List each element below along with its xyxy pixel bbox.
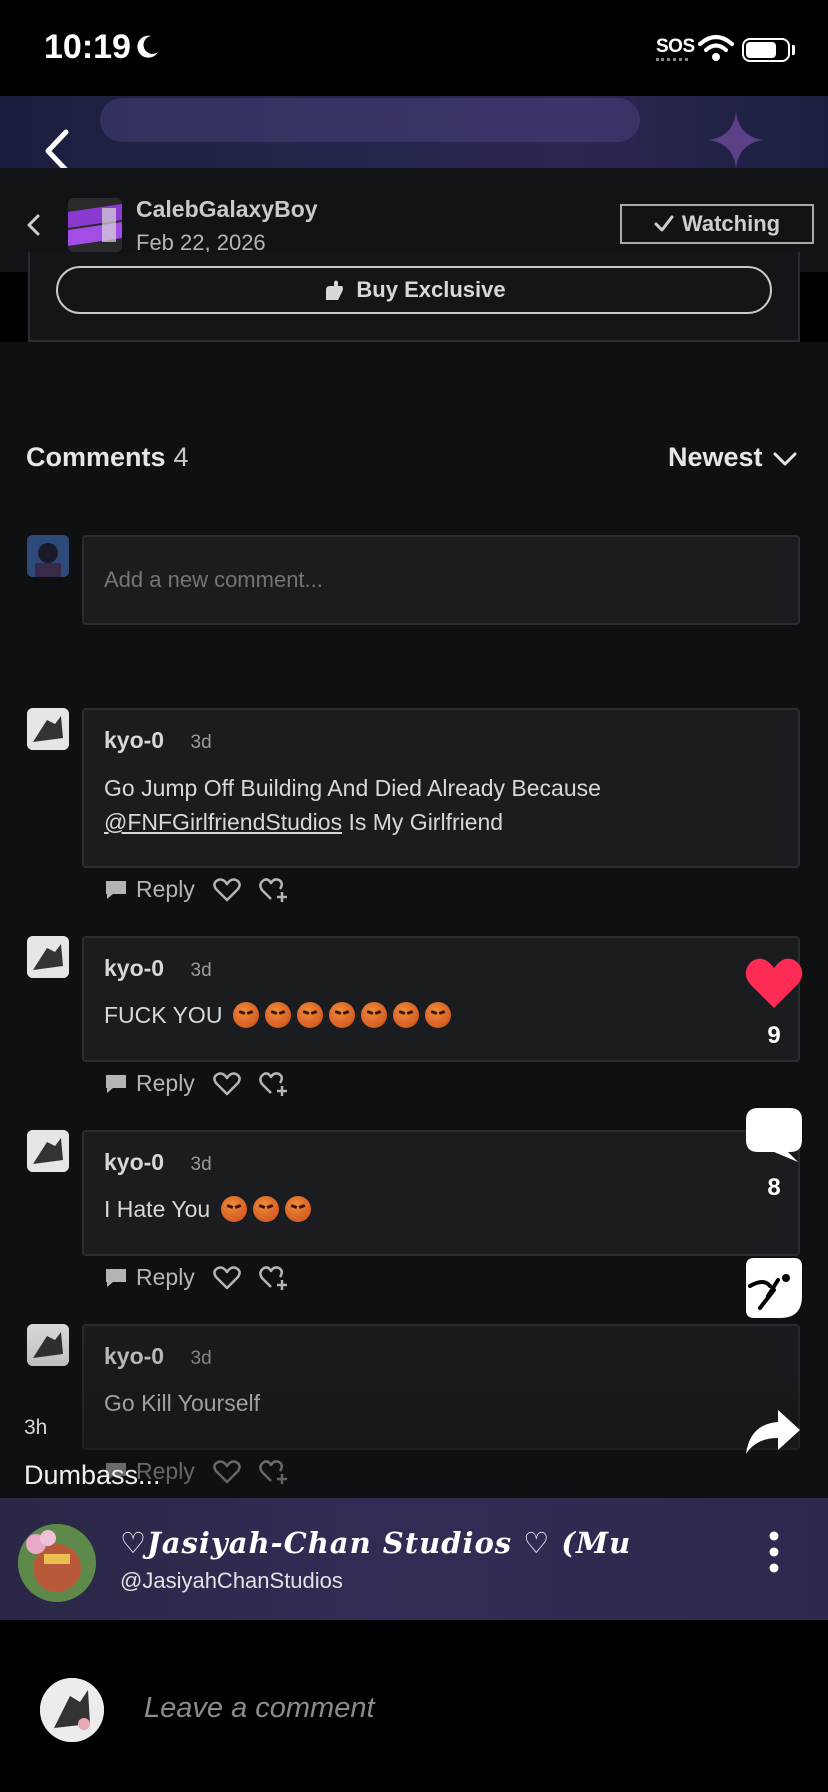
new-comment-input[interactable] bbox=[82, 535, 800, 625]
angry-emoji-icon bbox=[424, 1002, 451, 1028]
super-like-icon[interactable] bbox=[258, 877, 289, 903]
comment-text-body: I Hate You bbox=[104, 1196, 211, 1222]
hand-icon bbox=[326, 280, 344, 300]
watching-button[interactable]: Watching bbox=[620, 204, 814, 244]
battery-cap bbox=[792, 45, 795, 55]
reply-label: Reply bbox=[136, 1070, 195, 1096]
more-icon[interactable] bbox=[764, 1530, 784, 1574]
comment-actions: Reply bbox=[104, 1070, 289, 1097]
comment-bubble-icon[interactable] bbox=[744, 1106, 804, 1164]
reply-label: Reply bbox=[136, 1264, 195, 1290]
angry-emoji-icon bbox=[328, 1002, 355, 1028]
comments-header: Comments 4 bbox=[26, 442, 189, 473]
commenter-avatar[interactable] bbox=[27, 1324, 69, 1366]
comment-header: kyo-0 3d bbox=[104, 1343, 212, 1370]
reply-button[interactable]: Reply bbox=[104, 1070, 195, 1097]
battery-level bbox=[746, 42, 776, 58]
banner-cloud bbox=[100, 98, 640, 142]
emoji-row bbox=[232, 1002, 457, 1028]
comment-text: Go Kill Yourself bbox=[104, 1386, 704, 1420]
back-chevron-icon[interactable] bbox=[24, 212, 44, 238]
angry-emoji-icon bbox=[296, 1002, 323, 1028]
comment-text-body: Go Kill Yourself bbox=[104, 1390, 260, 1416]
angry-emoji-icon bbox=[264, 1002, 291, 1028]
sticker-icon[interactable] bbox=[744, 1256, 804, 1320]
reply-button[interactable]: Reply bbox=[104, 1264, 195, 1291]
comment-text-line1: Go Jump Off Building And Died Already Be… bbox=[104, 775, 601, 801]
comment-username[interactable]: kyo-0 bbox=[104, 955, 164, 981]
bottom-user-avatar bbox=[40, 1678, 104, 1742]
super-like-icon[interactable] bbox=[258, 1459, 289, 1485]
check-icon bbox=[654, 215, 674, 232]
profile-handle[interactable]: @JasiyahChanStudios bbox=[120, 1568, 343, 1594]
emoji-row bbox=[220, 1196, 317, 1222]
comment-count: 8 bbox=[767, 1174, 781, 1201]
comment-actions: Reply bbox=[104, 1264, 289, 1291]
moon-icon bbox=[137, 35, 158, 58]
bottom-comment-bar bbox=[0, 1620, 828, 1792]
comment-text: I Hate You bbox=[104, 1192, 704, 1226]
sparkle-star-icon bbox=[708, 112, 764, 168]
comment-time: 3d bbox=[190, 732, 212, 753]
comment-username[interactable]: kyo-0 bbox=[104, 1149, 164, 1175]
comment-time: 3d bbox=[190, 1154, 212, 1175]
angry-emoji-icon bbox=[220, 1196, 247, 1222]
comment-text-body: FUCK YOU bbox=[104, 1002, 223, 1028]
reply-button[interactable]: Reply bbox=[104, 876, 195, 903]
creator-avatar[interactable] bbox=[68, 198, 122, 252]
comment-text: Go Jump Off Building And Died Already Be… bbox=[104, 771, 784, 839]
current-user-avatar bbox=[27, 535, 69, 577]
heart-outline-icon[interactable] bbox=[212, 1071, 241, 1096]
angry-emoji-icon bbox=[284, 1196, 311, 1222]
heart-icon[interactable] bbox=[744, 956, 804, 1010]
comment-username[interactable]: kyo-0 bbox=[104, 727, 164, 753]
reply-icon bbox=[106, 1268, 126, 1287]
comment-time: 3d bbox=[190, 960, 212, 981]
angry-emoji-icon bbox=[360, 1002, 387, 1028]
sos-label: SOS bbox=[656, 36, 695, 57]
comments-count: 4 bbox=[173, 442, 189, 472]
commenter-avatar[interactable] bbox=[27, 1130, 69, 1172]
angry-emoji-icon bbox=[232, 1002, 259, 1028]
comment-username[interactable]: kyo-0 bbox=[104, 1343, 164, 1369]
status-time: 10:19 bbox=[44, 28, 131, 66]
sort-dropdown[interactable]: Newest bbox=[668, 442, 763, 473]
profile-name[interactable]: ♡Jasiyah-Chan Studios ♡ (Mu bbox=[120, 1526, 630, 1560]
comment-header: kyo-0 3d bbox=[104, 727, 212, 754]
buy-exclusive-label: Buy Exclusive bbox=[356, 277, 506, 302]
heart-outline-icon[interactable] bbox=[212, 1459, 241, 1484]
comment-time: 3d bbox=[190, 1348, 212, 1369]
reply-icon bbox=[106, 880, 126, 899]
heart-outline-icon[interactable] bbox=[212, 877, 241, 902]
angry-emoji-icon bbox=[252, 1196, 279, 1222]
comments-title: Comments bbox=[26, 442, 166, 472]
super-like-icon[interactable] bbox=[258, 1071, 289, 1097]
angry-emoji-icon bbox=[392, 1002, 419, 1028]
commenter-avatar[interactable] bbox=[27, 936, 69, 978]
video-time-ago: 3h bbox=[24, 1416, 48, 1439]
comment-header: kyo-0 3d bbox=[104, 1149, 212, 1176]
video-caption[interactable]: Dumbass... bbox=[24, 1460, 161, 1491]
chevron-down-icon[interactable] bbox=[772, 450, 798, 468]
share-icon[interactable] bbox=[744, 1408, 802, 1456]
signal-dots bbox=[656, 58, 688, 65]
commenter-avatar[interactable] bbox=[27, 708, 69, 750]
comment-text: FUCK YOU bbox=[104, 998, 704, 1032]
like-count: 9 bbox=[767, 1022, 781, 1049]
leave-comment-input[interactable]: Leave a comment bbox=[144, 1692, 375, 1725]
profile-avatar[interactable] bbox=[18, 1524, 96, 1602]
reply-icon bbox=[106, 1074, 126, 1093]
super-like-icon[interactable] bbox=[258, 1265, 289, 1291]
comment-text-line2: Is My Girlfriend bbox=[342, 809, 504, 835]
creator-name[interactable]: CalebGalaxyBoy bbox=[136, 196, 318, 223]
comment-header: kyo-0 3d bbox=[104, 955, 212, 982]
wifi-icon bbox=[698, 35, 734, 61]
comment-actions: Reply bbox=[104, 876, 289, 903]
mention-link[interactable]: @FNFGirlfriendStudios bbox=[104, 809, 342, 835]
buy-exclusive-button[interactable]: Buy Exclusive bbox=[56, 266, 772, 314]
watching-label: Watching bbox=[681, 211, 781, 236]
heart-outline-icon[interactable] bbox=[212, 1265, 241, 1290]
reply-label: Reply bbox=[136, 876, 195, 902]
